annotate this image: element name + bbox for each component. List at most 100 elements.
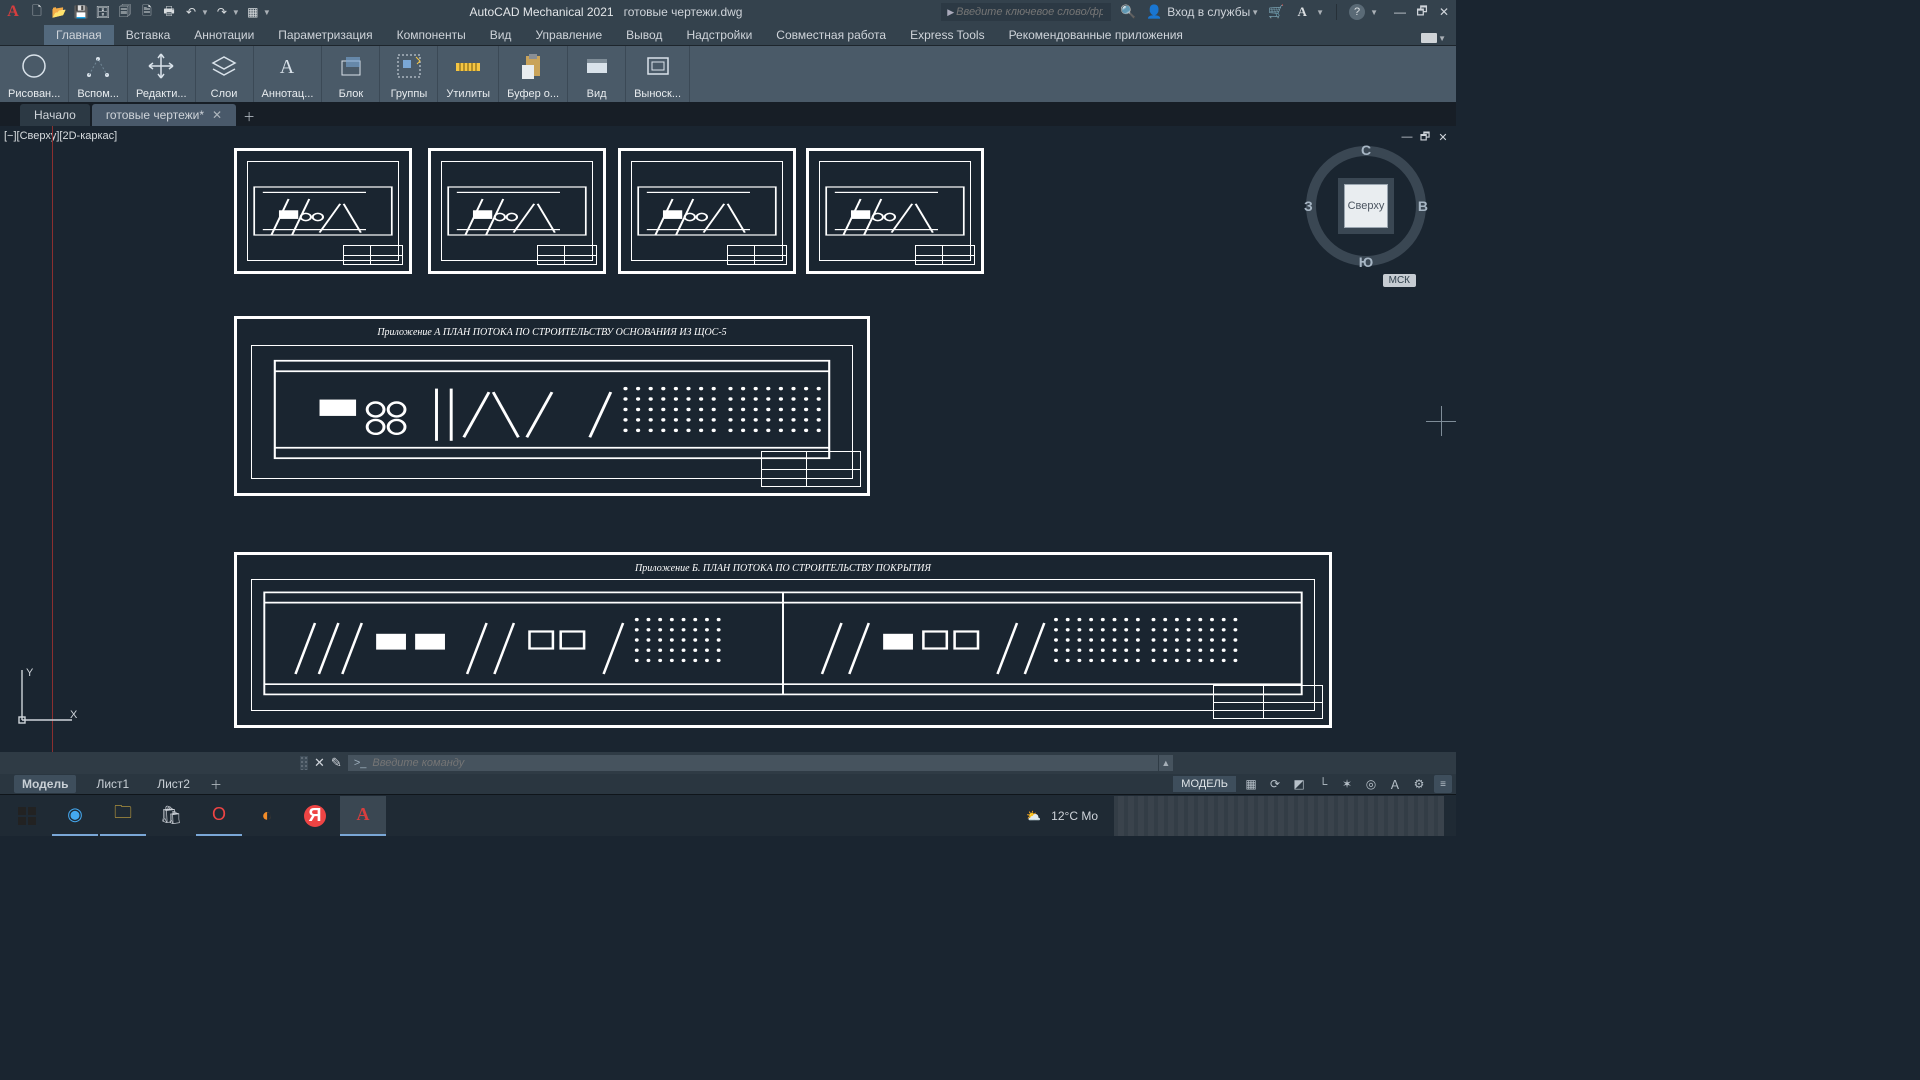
gear-icon[interactable]: ⚙ bbox=[1410, 775, 1428, 793]
panel-groups[interactable]: Группы bbox=[380, 46, 438, 102]
taskbar-autocad[interactable]: A bbox=[340, 796, 386, 836]
app-logo[interactable]: A bbox=[4, 3, 22, 21]
viewcube-south[interactable]: Ю bbox=[1359, 254, 1373, 270]
file-tab-add[interactable]: ＋ bbox=[238, 106, 260, 126]
drawing-thumb-3[interactable] bbox=[618, 148, 796, 274]
file-tab-active[interactable]: готовые чертежи* ✕ bbox=[92, 104, 236, 126]
ribbon-tab-featured[interactable]: Рекомендованные приложения bbox=[997, 25, 1195, 45]
signin-button[interactable]: 👤 Вход в службы ▼ bbox=[1145, 3, 1259, 21]
cmd-config-icon[interactable]: ✎ bbox=[331, 755, 342, 771]
panel-annotate[interactable]: A Аннотац... bbox=[254, 46, 323, 102]
taskbar-explorer[interactable]: 🗀 bbox=[100, 796, 146, 836]
viewcube-face[interactable]: Сверху bbox=[1344, 184, 1388, 228]
ribbon-tab-components[interactable]: Компоненты bbox=[385, 25, 478, 45]
search-icon[interactable]: 🔍 bbox=[1119, 3, 1137, 21]
cart-icon[interactable]: 🛒 bbox=[1267, 3, 1285, 21]
vp-restore-icon[interactable]: 🗗 bbox=[1418, 130, 1432, 144]
viewcube-north[interactable]: С bbox=[1361, 142, 1371, 158]
ribbon-flyout[interactable]: ▼ bbox=[1411, 31, 1456, 45]
layout2-tab[interactable]: Лист2 bbox=[149, 775, 198, 793]
file-tab-start[interactable]: Начало bbox=[20, 104, 90, 126]
weather-text[interactable]: 12°C Mo bbox=[1051, 809, 1098, 823]
ribbon-tab-express[interactable]: Express Tools bbox=[898, 25, 996, 45]
vp-close-icon[interactable]: ✕ bbox=[1436, 130, 1450, 144]
panel-utilities[interactable]: Утилиты bbox=[438, 46, 499, 102]
viewport-label[interactable]: [−][Сверху][2D-каркас] bbox=[4, 130, 117, 142]
drawing-plan-b[interactable]: Приложение Б. ПЛАН ПОТОКА ПО СТРОИТЕЛЬСТ… bbox=[234, 552, 1332, 728]
command-input-box[interactable]: >_ bbox=[348, 755, 1158, 771]
store-caret-icon[interactable]: ▼ bbox=[1316, 8, 1324, 17]
ribbon-tab-manage[interactable]: Управление bbox=[523, 25, 614, 45]
cmd-close-icon[interactable]: ✕ bbox=[314, 755, 325, 771]
taskbar-yandex[interactable]: Я bbox=[292, 796, 338, 836]
wcs-tag[interactable]: МСК bbox=[1383, 274, 1416, 287]
ribbon-tab-home[interactable]: Главная bbox=[44, 25, 114, 45]
layout-add[interactable]: ＋ bbox=[210, 776, 222, 793]
more-icon[interactable]: ▦ bbox=[244, 3, 262, 21]
ribbon-tab-insert[interactable]: Вставка bbox=[114, 25, 183, 45]
keyword-search[interactable]: ▶ bbox=[941, 3, 1111, 21]
drawing-canvas[interactable]: [−][Сверху][2D-каркас] — 🗗 ✕ bbox=[0, 126, 1456, 752]
viewcube[interactable]: Сверху С Ю В З bbox=[1306, 146, 1426, 266]
ribbon-tab-annotate[interactable]: Аннотации bbox=[182, 25, 266, 45]
cmd-history-icon[interactable]: ▲ bbox=[1159, 755, 1173, 771]
close-icon[interactable]: ✕ bbox=[1436, 4, 1452, 20]
snap-icon[interactable]: ◩ bbox=[1290, 775, 1308, 793]
drawing-thumb-2[interactable] bbox=[428, 148, 606, 274]
search-input[interactable] bbox=[954, 5, 1105, 19]
taskbar-store[interactable]: 🛍 bbox=[148, 796, 194, 836]
qat-caret-icon[interactable]: ▼ bbox=[263, 8, 271, 17]
taskbar-firefox[interactable]: ◐ bbox=[244, 796, 290, 836]
refresh-icon[interactable]: ⟳ bbox=[1266, 775, 1284, 793]
vp-minimize-icon[interactable]: — bbox=[1400, 130, 1414, 144]
polar-icon[interactable]: ✶ bbox=[1338, 775, 1356, 793]
space-chip[interactable]: МОДЕЛЬ bbox=[1173, 776, 1236, 792]
help-icon[interactable]: ? bbox=[1349, 4, 1365, 20]
panel-clipboard[interactable]: Буфер о... bbox=[499, 46, 568, 102]
grid-icon[interactable]: ▦ bbox=[1242, 775, 1260, 793]
undo-icon[interactable]: ↶ bbox=[182, 3, 200, 21]
publish-icon[interactable]: 🗎 bbox=[138, 3, 156, 21]
open-folder-icon[interactable]: 🗐 bbox=[116, 3, 134, 21]
taskbar-edge[interactable]: ◉ bbox=[52, 796, 98, 836]
layout1-tab[interactable]: Лист1 bbox=[88, 775, 137, 793]
help-caret-icon[interactable]: ▼ bbox=[1370, 8, 1378, 17]
panel-block[interactable]: Блок bbox=[322, 46, 380, 102]
restore-icon[interactable]: 🗗 bbox=[1414, 4, 1430, 20]
annoscale-icon[interactable]: Ａ bbox=[1386, 775, 1404, 793]
weather-icon[interactable]: ⛅ bbox=[1026, 809, 1041, 823]
panel-layers[interactable]: Слои bbox=[196, 46, 254, 102]
status-menu-icon[interactable]: ≡ bbox=[1434, 775, 1452, 793]
drawing-thumb-1[interactable] bbox=[234, 148, 412, 274]
panel-draw[interactable]: Рисован... bbox=[0, 46, 69, 102]
print-icon[interactable]: 🖶 bbox=[160, 3, 178, 21]
osnap-icon[interactable]: ◎ bbox=[1362, 775, 1380, 793]
ribbon-tab-parametric[interactable]: Параметризация bbox=[266, 25, 384, 45]
ribbon-tab-view[interactable]: Вид bbox=[478, 25, 524, 45]
open-icon[interactable]: 📂 bbox=[50, 3, 68, 21]
save-icon[interactable]: 💾 bbox=[72, 3, 90, 21]
taskbar-preview[interactable] bbox=[1114, 796, 1444, 836]
viewcube-east[interactable]: В bbox=[1418, 198, 1428, 214]
ribbon-tab-output[interactable]: Вывод bbox=[614, 25, 674, 45]
redo-caret-icon[interactable]: ▼ bbox=[232, 8, 240, 17]
redo-icon[interactable]: ↷ bbox=[213, 3, 231, 21]
undo-caret-icon[interactable]: ▼ bbox=[201, 8, 209, 17]
minimize-icon[interactable]: — bbox=[1392, 4, 1408, 20]
cmd-drag-handle[interactable] bbox=[300, 756, 308, 770]
drawing-thumb-4[interactable] bbox=[806, 148, 984, 274]
panel-constr[interactable]: Вспом... bbox=[69, 46, 128, 102]
command-input[interactable] bbox=[370, 756, 1151, 770]
taskbar-opera[interactable]: О bbox=[196, 796, 242, 836]
panel-view[interactable]: Вид bbox=[568, 46, 626, 102]
ribbon-tab-collab[interactable]: Совместная работа bbox=[764, 25, 898, 45]
tab-close-icon[interactable]: ✕ bbox=[212, 108, 222, 122]
ucs-icon[interactable]: X Y bbox=[16, 664, 78, 726]
ribbon-tab-addins[interactable]: Надстройки bbox=[674, 25, 764, 45]
drawing-plan-a[interactable]: Приложение А ПЛАН ПОТОКА ПО СТРОИТЕЛЬСТВ… bbox=[234, 316, 870, 496]
viewcube-west[interactable]: З bbox=[1304, 198, 1313, 214]
model-tab[interactable]: Модель bbox=[14, 775, 76, 793]
saveall-icon[interactable]: 🗄 bbox=[94, 3, 112, 21]
app-store-icon[interactable]: A bbox=[1293, 3, 1311, 21]
new-icon[interactable]: 🗋 bbox=[28, 3, 46, 21]
